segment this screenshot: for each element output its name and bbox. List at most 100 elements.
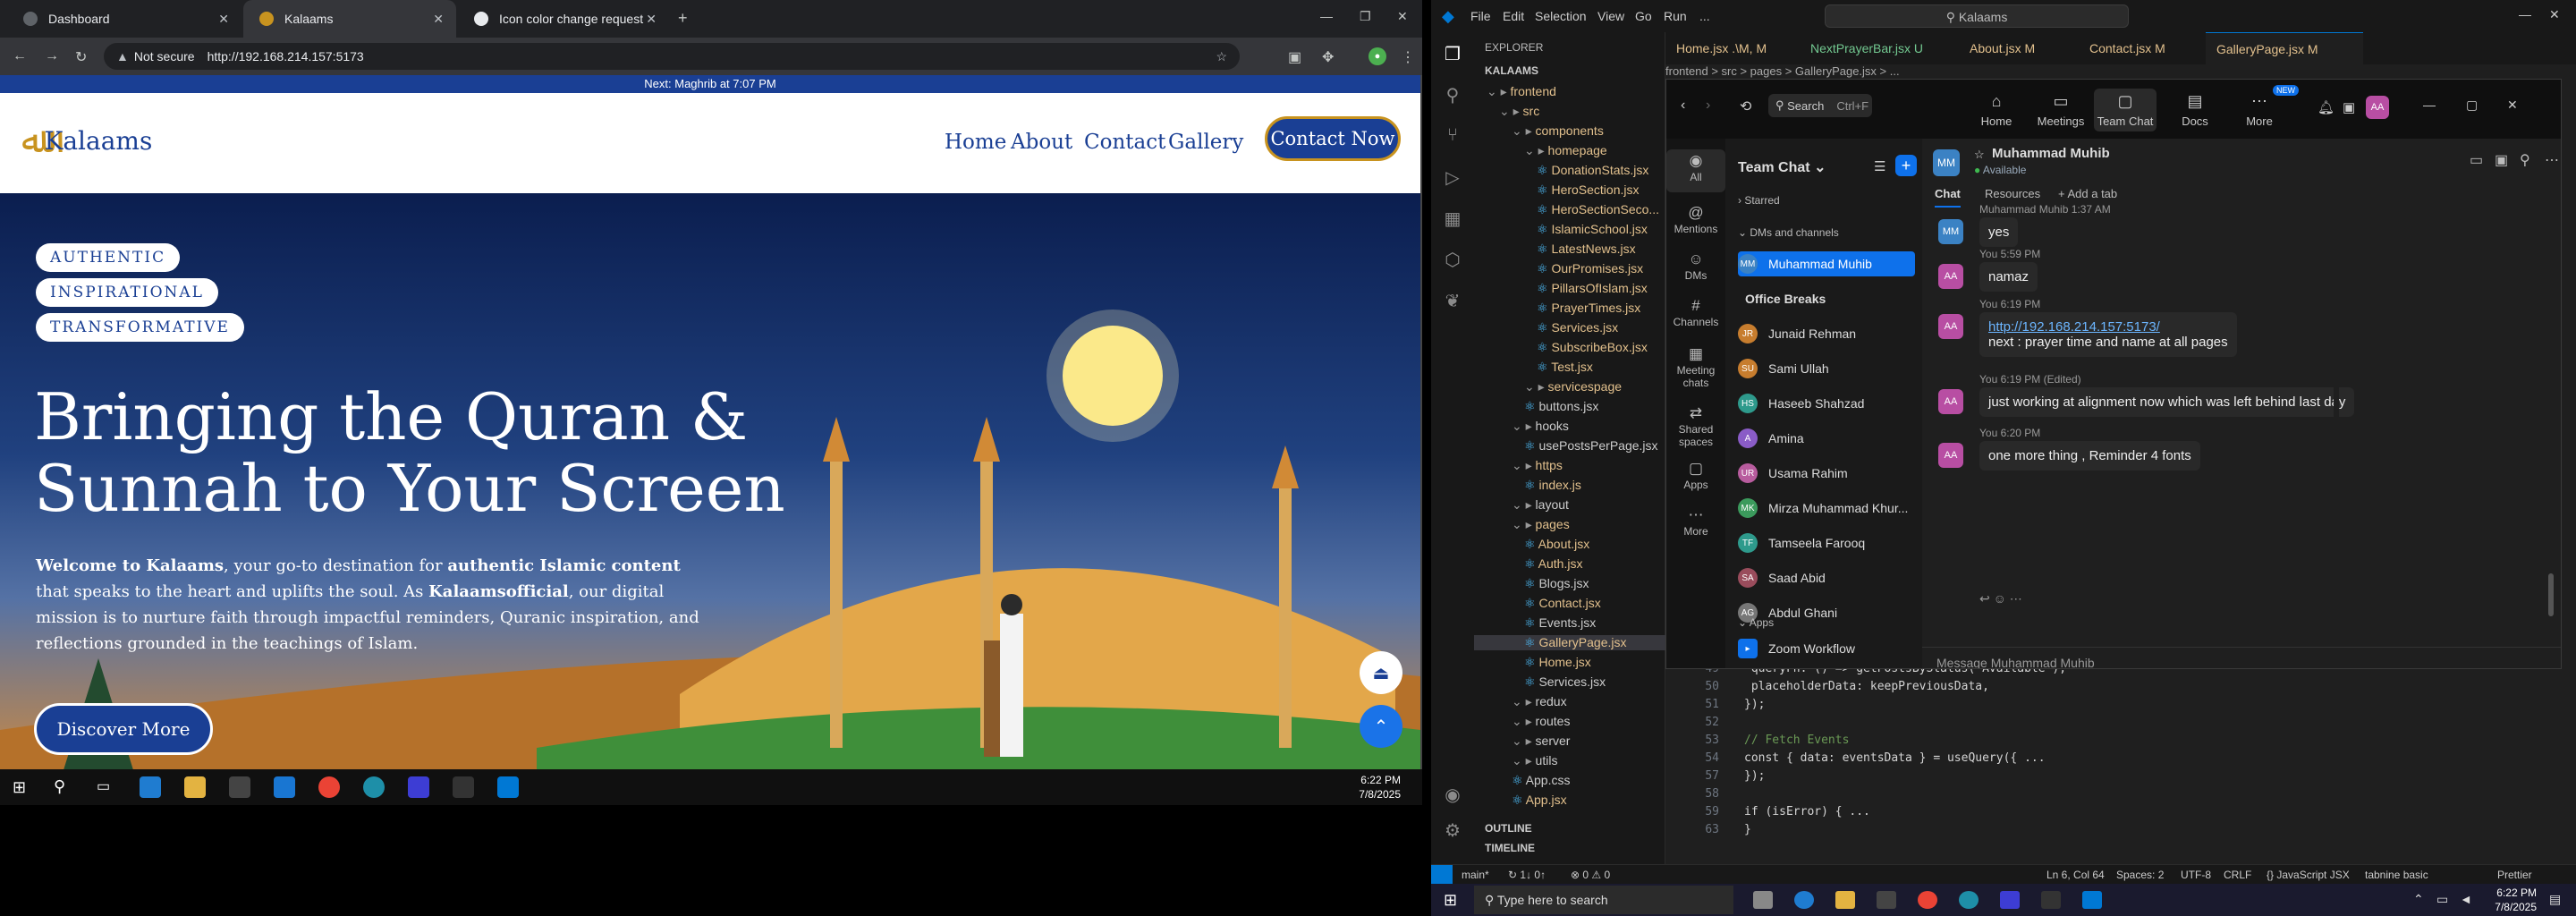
account-icon[interactable]: ◉	[1442, 784, 1463, 805]
rail-meeting-chats[interactable]: ▦ Meeting chats	[1666, 346, 1725, 389]
filter-icon[interactable]: ☰	[1874, 158, 1885, 174]
chat-tab-chat[interactable]: Chat	[1935, 187, 1961, 208]
tree-file[interactable]: ⚛ GalleryPage.jsx	[1474, 635, 1665, 650]
tree-file[interactable]: ⚛ Home.jsx	[1524, 655, 1591, 670]
close-window-icon[interactable]: ✕	[2507, 98, 2518, 113]
composer-input[interactable]: Message Muhammad Muhib	[1936, 656, 2095, 668]
code-line[interactable]: 57});	[1665, 769, 1765, 787]
contact-item[interactable]: SU Sami Ullah	[1738, 356, 1915, 381]
settings-gear-icon[interactable]: ⚙	[1442, 819, 1463, 841]
app-icon[interactable]	[363, 776, 385, 798]
topnav-docs[interactable]: ▤ Docs	[2164, 92, 2226, 128]
reload-icon[interactable]: ↻	[75, 48, 87, 66]
search-icon[interactable]: ⚲	[54, 777, 65, 796]
nav-home[interactable]: Home	[945, 131, 1006, 154]
dms-section[interactable]: ⌄ DMs and channels	[1738, 226, 1839, 239]
minimize-icon[interactable]: —	[2519, 7, 2531, 21]
remote-indicator[interactable]	[1431, 865, 1453, 885]
starred-section[interactable]: › Starred	[1738, 194, 1780, 207]
menu-view[interactable]: View	[1597, 9, 1624, 23]
tree-file[interactable]: ⚛ IslamicSchool.jsx	[1537, 222, 1648, 237]
task-view-icon[interactable]: ▭	[97, 777, 110, 795]
message-actions-icon[interactable]: ↩ ☺ ⋯	[1979, 591, 2022, 606]
tree-folder[interactable]: ⌄ ▸ servicespage	[1524, 379, 1622, 394]
contact-item[interactable]: JR Junaid Rehman	[1738, 321, 1915, 346]
prettier-status[interactable]: Prettier	[2497, 869, 2532, 881]
menu-go[interactable]: Go	[1635, 9, 1652, 23]
close-icon[interactable]: ✕	[433, 12, 444, 27]
contact-item[interactable]: A Amina	[1738, 426, 1915, 451]
edge-icon[interactable]	[140, 776, 161, 798]
maximize-icon[interactable]: ❐	[1360, 9, 1371, 24]
message-bubble[interactable]: just working at alignment now which was …	[1979, 387, 2355, 417]
tab-nextprayerbar-jsx[interactable]: NextPrayerBar.jsx U	[1800, 32, 1959, 64]
tree-file[interactable]: ⚛ OurPromises.jsx	[1537, 261, 1643, 276]
tab-home-jsx[interactable]: Home.jsx .\M, M	[1665, 32, 1800, 64]
tree-folder[interactable]: ⌄ ▸ homepage	[1524, 143, 1607, 158]
contact-item[interactable]: SA Saad Abid	[1738, 565, 1915, 590]
page-scrollbar[interactable]	[1420, 75, 1422, 773]
maximize-icon[interactable]: ▢	[2466, 98, 2478, 113]
workspace-root[interactable]: KALAAMS	[1485, 64, 1538, 77]
tree-file[interactable]: ⚛ About.jsx	[1524, 537, 1589, 552]
topnav-more[interactable]: ⋯ More	[2228, 92, 2291, 128]
explorer-icon[interactable]: ❐	[1442, 43, 1463, 64]
back-icon[interactable]: ←	[13, 48, 27, 64]
menu-more[interactable]: ...	[1699, 9, 1710, 23]
windows-start-icon[interactable]: ⊞	[13, 778, 26, 797]
code-line[interactable]: 58	[1665, 787, 1744, 805]
tree-file[interactable]: ⚛ buttons.jsx	[1524, 399, 1598, 414]
tab-dashboard[interactable]: Dashboard ✕	[7, 0, 242, 38]
tree-folder[interactable]: ⌄ ▸ routes	[1512, 714, 1570, 729]
message-bubble[interactable]: yes	[1979, 217, 2019, 247]
git-branch[interactable]: main*	[1462, 869, 1489, 881]
zoom-workflow-item[interactable]: ▸ Zoom Workflow	[1738, 636, 1915, 661]
tree-file[interactable]: ⚛ App.jsx	[1512, 793, 1567, 808]
rail-mentions[interactable]: @ Mentions	[1666, 205, 1725, 235]
tree-file[interactable]: ⚛ Auth.jsx	[1524, 556, 1582, 572]
tree-folder[interactable]: ⌄ ▸ utils	[1512, 753, 1557, 768]
store-icon[interactable]	[229, 776, 250, 798]
tab-icon-color[interactable]: Icon color change request ✕	[458, 0, 669, 38]
close-window-icon[interactable]: ✕	[2549, 7, 2560, 22]
chrome-icon[interactable]	[318, 776, 340, 798]
minimize-icon[interactable]: —	[2423, 98, 2436, 112]
app-icon[interactable]	[1959, 891, 1979, 909]
edge-icon[interactable]	[1794, 891, 1814, 909]
network-icon[interactable]: ▭	[2436, 892, 2448, 907]
language-mode[interactable]: {} JavaScript JSX	[2267, 869, 2350, 881]
minimize-icon[interactable]: —	[1320, 9, 1333, 23]
bell-icon[interactable]: 🔔︎	[2318, 99, 2334, 115]
tree-file[interactable]: ⚛ SubscribeBox.jsx	[1537, 340, 1648, 355]
tree-file[interactable]: ⚛ index.js	[1524, 478, 1581, 493]
tree-file[interactable]: ⚛ Blogs.jsx	[1524, 576, 1589, 591]
user-avatar[interactable]: AA	[2366, 96, 2389, 119]
terminal-icon[interactable]	[453, 776, 474, 798]
tree-folder[interactable]: ⌄ ▸ pages	[1512, 517, 1570, 532]
tab-contact-jsx[interactable]: Contact.jsx M	[2079, 32, 2204, 64]
file-explorer-icon[interactable]	[1835, 891, 1855, 909]
code-line[interactable]: 59 if (isError) { ...	[1665, 805, 1870, 823]
tree-folder[interactable]: ⌄ ▸ components	[1512, 123, 1604, 139]
command-center-search[interactable]: ⚲ Kalaams	[1825, 4, 2129, 28]
rail-apps[interactable]: ▢ Apps	[1666, 461, 1725, 491]
extension-icon[interactable]: ▣	[1288, 48, 1301, 66]
task-view-icon[interactable]	[1753, 891, 1773, 909]
tab-kalaams[interactable]: Kalaams ✕	[243, 0, 456, 38]
menu-run[interactable]: Run	[1664, 9, 1687, 23]
chat-list-title[interactable]: Team Chat ⌄	[1738, 158, 1826, 176]
tabnine-status[interactable]: tabnine basic	[2365, 869, 2428, 881]
contact-now-button[interactable]: Contact Now	[1265, 116, 1401, 161]
menu-edit[interactable]: Edit	[1503, 9, 1524, 23]
address-bar[interactable]: ▲ Not secure http://192.168.214.157:5173…	[104, 43, 1240, 70]
tree-file[interactable]: ⚛ LatestNews.jsx	[1537, 242, 1636, 257]
cursor-position[interactable]: Ln 6, Col 64	[2046, 869, 2105, 881]
search-icon[interactable]: ⚲	[2520, 151, 2530, 169]
close-icon[interactable]: ✕	[218, 12, 229, 27]
file-explorer-icon[interactable]	[184, 776, 206, 798]
layout-icon[interactable]: ▣	[2343, 99, 2355, 115]
search-icon[interactable]: ⚲	[1442, 84, 1463, 106]
code-line[interactable]: 51});	[1665, 698, 1765, 716]
vscode-icon[interactable]	[497, 776, 519, 798]
tree-file[interactable]: ⚛ DonationStats.jsx	[1537, 163, 1648, 178]
